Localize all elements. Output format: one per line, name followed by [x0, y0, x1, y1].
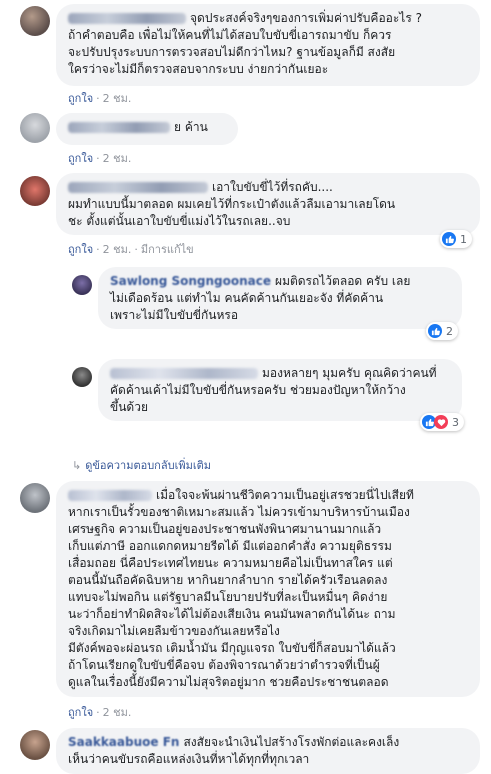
commenter-name-blurred[interactable]: [68, 490, 152, 501]
like-reaction-icon: [428, 324, 442, 338]
comment-bubble: Saakkaabuoe Fn สงสัยจะนำเงินไปสร้างโรงพัก…: [56, 728, 480, 774]
avatar[interactable]: [72, 275, 92, 295]
avatar[interactable]: [20, 730, 50, 760]
avatar[interactable]: [72, 367, 92, 387]
comment-meta: ถูกใจ · 2 ชม.: [68, 706, 132, 719]
comment-bubble: ย ค้าน: [56, 113, 238, 145]
reaction-count[interactable]: 2: [426, 322, 458, 340]
replier-name-blurred[interactable]: [110, 368, 258, 379]
reply-arrow-icon: ↳: [72, 459, 82, 472]
reaction-count[interactable]: 1: [440, 230, 472, 248]
comment-meta: ถูกใจ · 2 ชม. · มีการแก้ไข: [68, 243, 194, 256]
comment-bubble: จุดประสงค์จริงๆของการเพิ่มค่าปรับคืออะไร…: [56, 4, 480, 86]
reaction-count[interactable]: 3: [420, 413, 464, 431]
reaction-total: 3: [452, 415, 459, 429]
reply-bubble: Sawlong Songngoonace ผมติดรถไว้ตลอด ครับ …: [98, 267, 462, 329]
like-link[interactable]: ถูกใจ: [68, 92, 93, 105]
comment-text: เมื่อใจจะพ้นผ่านชีวิตความเป็นอยู่เสรชวยน…: [68, 488, 414, 689]
commenter-name-blurred[interactable]: [68, 122, 170, 133]
avatar[interactable]: [20, 176, 50, 206]
commenter-name-blurred[interactable]: [68, 182, 208, 193]
timestamp[interactable]: 2 ชม.: [103, 152, 132, 165]
timestamp[interactable]: 2 ชม.: [103, 243, 132, 256]
like-reaction-icon: [442, 232, 456, 246]
timestamp[interactable]: 2 ชม.: [103, 92, 132, 105]
avatar[interactable]: [20, 483, 50, 513]
love-reaction-icon: [434, 415, 448, 429]
commenter-name[interactable]: Saakkaabuoe Fn: [68, 734, 179, 751]
view-more-replies-label: ดูข้อความตอบกลับเพิ่มเติม: [85, 459, 211, 472]
replier-name[interactable]: Sawlong Songngoonace: [110, 273, 271, 290]
like-link[interactable]: ถูกใจ: [68, 152, 93, 165]
view-more-replies-link[interactable]: ↳ ดูข้อความตอบกลับเพิ่มเติม: [72, 456, 211, 474]
comment-bubble: เมื่อใจจะพ้นผ่านชีวิตความเป็นอยู่เสรชวยน…: [56, 481, 480, 697]
comment-meta: ถูกใจ · 2 ชม.: [68, 152, 132, 165]
avatar[interactable]: [20, 113, 50, 143]
reaction-total: 2: [446, 324, 453, 338]
avatar[interactable]: [20, 6, 50, 36]
comment-bubble: เอาใบขับขี่ไว้ที่รถคับ.... ผมทำแบบนี้มาต…: [56, 173, 480, 235]
reaction-total: 1: [460, 232, 467, 246]
comment-meta: ถูกใจ · 2 ชม.: [68, 92, 132, 105]
commenter-name-blurred[interactable]: [68, 13, 186, 24]
reply-bubble: มองหลายๆ มุมครับ คุณคิดว่าคนที่ คัดค้านเ…: [98, 359, 462, 421]
timestamp[interactable]: 2 ชม.: [103, 706, 132, 719]
like-link[interactable]: ถูกใจ: [68, 243, 93, 256]
comment-text: ย ค้าน: [174, 120, 208, 134]
edited-label[interactable]: มีการแก้ไข: [141, 243, 194, 256]
like-link[interactable]: ถูกใจ: [68, 706, 93, 719]
